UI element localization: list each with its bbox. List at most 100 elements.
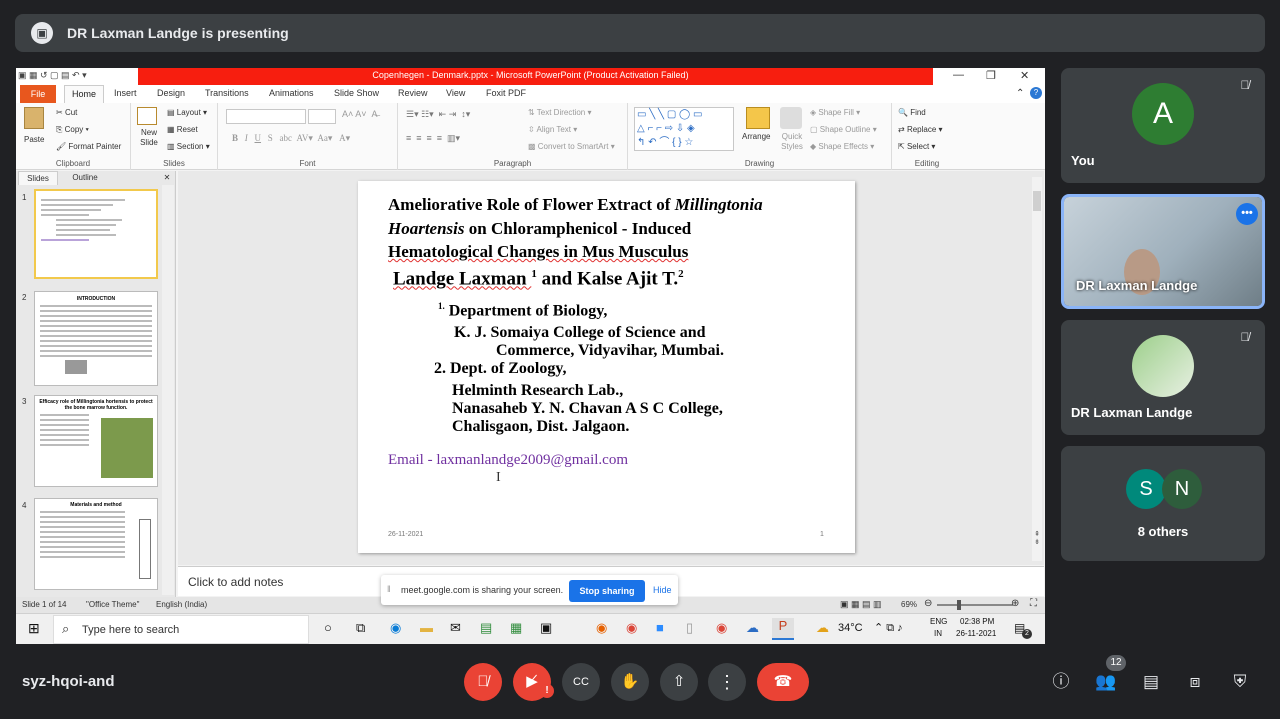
collapse-ribbon-icon[interactable]: ⌃ — [1016, 88, 1024, 99]
tab-view[interactable]: View — [446, 88, 465, 98]
raise-hand-button[interactable]: ✋ — [611, 663, 649, 701]
tab-outline[interactable]: Outline — [60, 171, 110, 185]
tab-slide-show[interactable]: Slide Show — [334, 88, 379, 98]
people-icon[interactable]: 👥 — [1093, 669, 1119, 695]
hide-button[interactable]: Hide — [653, 585, 672, 595]
tab-home[interactable]: Home — [64, 85, 104, 103]
zoom-in-icon[interactable]: ⊕ — [1011, 598, 1019, 609]
host-controls-icon[interactable]: ⛨ — [1227, 669, 1253, 695]
reset-button[interactable]: ▦ Reset — [167, 125, 198, 134]
shape-effects-button[interactable]: ◆ Shape Effects ▾ — [810, 142, 874, 151]
powerpoint-icon[interactable]: P — [772, 618, 794, 640]
text-direction-button[interactable]: ⇅ Text Direction ▾ — [528, 108, 592, 117]
chrome-profile-icon[interactable]: ◉ — [716, 620, 727, 636]
restore-icon[interactable]: ❐ — [986, 69, 996, 82]
stop-sharing-button[interactable]: Stop sharing — [569, 580, 645, 602]
participant-tile-presenter-video[interactable]: ••• DR Laxman Landge — [1061, 194, 1265, 309]
select-button[interactable]: ⇱ Select ▾ — [898, 142, 935, 151]
chrome-icon[interactable]: ◉ — [626, 620, 637, 636]
clock-date[interactable]: 26-11-2021 — [956, 629, 996, 638]
present-button[interactable]: ⇧ — [660, 663, 698, 701]
tab-slides[interactable]: Slides — [18, 171, 58, 185]
notes-app-icon[interactable]: ▤ — [480, 620, 492, 636]
font-format-buttons[interactable]: B I U S abc AV▾ Aa▾ A▾ — [232, 133, 350, 144]
shape-fill-button[interactable]: ◈ Shape Fill ▾ — [810, 108, 860, 117]
cortana-icon[interactable]: ○ — [324, 620, 332, 635]
file-explorer-icon[interactable]: ▬ — [420, 620, 433, 635]
list-buttons[interactable]: ☰▾ ☷▾ ⇤ ⇥ ↕▾ — [406, 109, 470, 120]
layout-button[interactable]: ▤ Layout ▾ — [167, 108, 207, 117]
pane-scrollbar[interactable] — [162, 185, 174, 595]
participant-tile-others[interactable]: S N 8 others — [1061, 446, 1265, 561]
drag-handle-icon[interactable]: ‖ — [387, 584, 391, 594]
tab-review[interactable]: Review — [398, 88, 428, 98]
shape-outline-button[interactable]: ▢ Shape Outline ▾ — [810, 125, 877, 134]
shapes-gallery[interactable]: ▭ ╲ ╲ ▢ ◯ ▭ △ ⌐ ⌐ ⇨ ⇩ ◈ ↰ ↶ ⌒ { } ☆ — [634, 107, 734, 151]
end-call-button[interactable]: ☎ — [757, 663, 809, 701]
zoom-slider[interactable] — [937, 604, 1013, 606]
photos-icon[interactable]: ▦ — [510, 620, 522, 636]
convert-smartart-button[interactable]: ▩ Convert to SmartArt ▾ — [528, 142, 615, 151]
scroll-thumb[interactable] — [1033, 191, 1041, 211]
slide-scrollbar[interactable]: ⇞ ⇟ — [1032, 177, 1042, 561]
activities-icon[interactable]: ⧈ — [1182, 669, 1208, 695]
prev-next-slide-icons[interactable]: ⇞ ⇟ — [1032, 531, 1042, 547]
info-icon[interactable]: ⓘ — [1048, 669, 1074, 695]
input-language-2[interactable]: IN — [934, 629, 942, 638]
slide-thumbnail[interactable]: Efficacy role of Millingtonia hortensis … — [34, 395, 158, 487]
align-buttons[interactable]: ≡ ≡ ≡ ≡ ▥▾ — [406, 133, 460, 144]
cut-button[interactable]: ✂ Cut — [56, 108, 77, 117]
tab-animations[interactable]: Animations — [269, 88, 314, 98]
tray-icons[interactable]: ⌃ ⧉ ♪ — [874, 621, 903, 635]
format-painter-button[interactable]: 🖌 Format Painter — [56, 142, 121, 151]
more-options-button[interactable]: ⋮ — [708, 663, 746, 701]
clock-time[interactable]: 02:38 PM — [960, 617, 994, 626]
mic-toggle-button[interactable]: 🎙̸ — [464, 663, 502, 701]
tab-transitions[interactable]: Transitions — [205, 88, 249, 98]
new-slide-button[interactable]: New Slide — [136, 128, 162, 148]
participant-tile-you[interactable]: A 🎙̸ You — [1061, 68, 1265, 183]
task-view-icon[interactable]: ⧉ — [356, 620, 365, 636]
fit-slide-icon[interactable]: ⛶ — [1030, 598, 1037, 609]
captions-button[interactable]: CC — [562, 663, 600, 701]
mail-icon[interactable]: ✉ — [450, 620, 461, 636]
taskbar-search[interactable]: ⌕ Type here to search — [53, 615, 309, 644]
slide-thumbnail[interactable] — [34, 189, 158, 279]
font-size-select[interactable] — [308, 109, 336, 124]
close-pane-icon[interactable]: ✕ — [160, 171, 174, 185]
replace-button[interactable]: ⇄ Replace ▾ — [898, 125, 943, 134]
close-icon[interactable]: ✕ — [1020, 69, 1029, 82]
find-button[interactable]: 🔍 Find — [898, 108, 926, 117]
paste-button[interactable]: Paste — [24, 135, 44, 144]
zoom-slider-thumb[interactable] — [957, 600, 961, 610]
zoom-app-icon[interactable]: ■ — [656, 620, 664, 635]
copy-button[interactable]: ⎘ Copy ▾ — [56, 125, 89, 135]
help-icon[interactable]: ? — [1030, 87, 1042, 99]
firefox-icon[interactable]: ◉ — [596, 620, 607, 636]
minimize-icon[interactable]: — — [953, 69, 964, 81]
tab-file[interactable]: File — [20, 85, 56, 103]
chat-icon[interactable]: ▤ — [1138, 669, 1164, 695]
weather-app-icon[interactable]: ☁ — [746, 620, 759, 636]
more-options-icon[interactable]: ••• — [1236, 203, 1258, 225]
document-icon[interactable]: ▯ — [686, 620, 693, 636]
font-size-buttons[interactable]: A˄ A˅ A̶ — [342, 109, 378, 119]
font-name-select[interactable] — [226, 109, 306, 124]
quick-styles-button[interactable]: Quick Styles — [778, 132, 806, 152]
section-button[interactable]: ▥ Section ▾ — [167, 142, 210, 151]
slide-thumbnail[interactable]: INTRODUCTION — [34, 291, 158, 386]
tab-foxit-pdf[interactable]: Foxit PDF — [486, 88, 526, 98]
input-language-1[interactable]: ENG — [930, 617, 947, 626]
tab-design[interactable]: Design — [157, 88, 185, 98]
store-icon[interactable]: ▣ — [540, 620, 552, 636]
zoom-out-icon[interactable]: ⊖ — [924, 598, 932, 609]
view-buttons[interactable]: ▣ ▦ ▤ ▥ — [840, 599, 882, 610]
participant-tile-presenter[interactable]: 🎙̸ DR Laxman Landge — [1061, 320, 1265, 435]
tab-insert[interactable]: Insert — [114, 88, 137, 98]
edge-icon[interactable]: ◉ — [390, 620, 401, 636]
windows-start-icon[interactable]: ⊞ — [28, 620, 40, 637]
current-slide[interactable]: Ameliorative Role of Flower Extract of M… — [358, 181, 855, 553]
arrange-button[interactable]: Arrange — [742, 132, 770, 141]
slide-thumbnail[interactable]: Materials and method — [34, 498, 158, 590]
align-text-button[interactable]: ⇳ Align Text ▾ — [528, 125, 577, 134]
